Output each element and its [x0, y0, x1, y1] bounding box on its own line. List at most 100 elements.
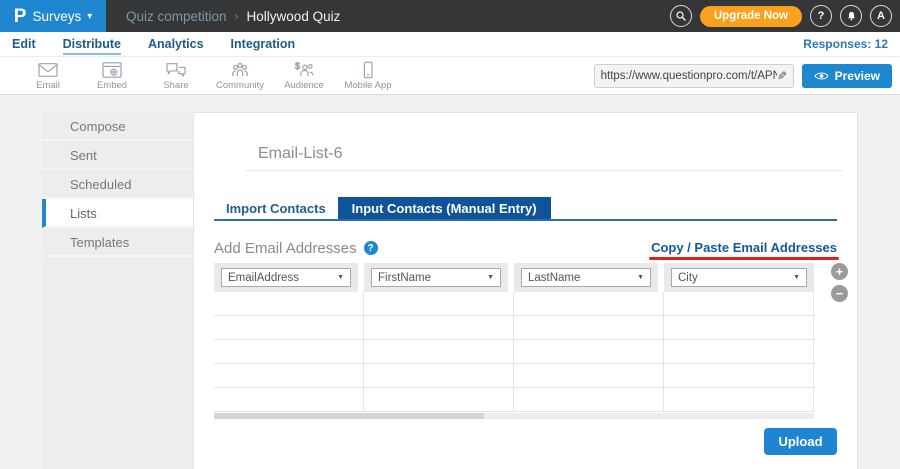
channel-buttons: Email Embed Share Community $ Audience M… — [0, 61, 400, 91]
tab-analytics[interactable]: Analytics — [148, 37, 204, 51]
mobile-app-icon — [357, 61, 379, 79]
column-select-lastname[interactable]: LastName ▼ — [521, 268, 651, 287]
channel-embed[interactable]: Embed — [80, 61, 144, 91]
account-avatar[interactable]: A — [870, 5, 892, 27]
contact-cell[interactable] — [664, 388, 814, 411]
page-title: Email-List-6 — [258, 145, 342, 163]
email-sidebar: Compose Sent Scheduled Lists Templates — [42, 112, 193, 469]
contact-cell[interactable] — [364, 364, 514, 387]
contact-cell[interactable] — [514, 388, 664, 411]
embed-icon — [101, 61, 123, 79]
column-select-city[interactable]: City ▼ — [671, 268, 807, 287]
contact-cell[interactable] — [664, 316, 814, 339]
tab-edit[interactable]: Edit — [12, 37, 36, 51]
help-icon[interactable]: ? — [364, 241, 378, 255]
section-title: Add Email Addresses — [214, 240, 357, 257]
contact-cell[interactable] — [364, 292, 514, 315]
contacts-tabs: Import Contacts Input Contacts (Manual E… — [214, 197, 837, 221]
channel-email[interactable]: Email — [16, 61, 80, 91]
tab-distribute[interactable]: Distribute — [63, 37, 121, 51]
title-divider — [244, 170, 844, 171]
contact-cell[interactable] — [664, 292, 814, 315]
dropdown-arrow-icon: ▼ — [793, 274, 800, 281]
topbar-actions: Upgrade Now ? A — [670, 5, 900, 27]
sidebar-item-compose[interactable]: Compose — [42, 112, 193, 141]
copy-paste-link[interactable]: Copy / Paste Email Addresses — [651, 240, 837, 255]
contact-cell[interactable] — [514, 316, 664, 339]
contact-cell[interactable] — [514, 340, 664, 363]
contact-row — [214, 316, 814, 340]
responses-count[interactable]: Responses: 12 — [803, 37, 888, 51]
contact-row — [214, 340, 814, 364]
preview-label: Preview — [835, 69, 880, 83]
dropdown-arrow-icon: ▼ — [487, 274, 494, 281]
channel-share[interactable]: Share — [144, 61, 208, 91]
add-emails-header: Add Email Addresses ? Copy / Paste Email… — [214, 237, 837, 259]
grid-header: EmailAddress ▼ FirstName ▼ LastName — [214, 263, 814, 292]
questionpro-logo-icon: P — [14, 7, 27, 26]
survey-url-box: ✎ — [594, 64, 794, 88]
surveys-menu[interactable]: P Surveys ▾ — [0, 0, 106, 32]
tab-integration[interactable]: Integration — [231, 37, 296, 51]
add-row-button[interactable]: + — [831, 263, 848, 280]
notifications-button[interactable] — [840, 5, 862, 27]
question-mark-icon: ? — [818, 10, 825, 22]
preview-button[interactable]: Preview — [802, 64, 892, 88]
contact-cell[interactable] — [364, 388, 514, 411]
contact-cell[interactable] — [364, 340, 514, 363]
help-button[interactable]: ? — [810, 5, 832, 27]
column-select-firstname[interactable]: FirstName ▼ — [371, 268, 501, 287]
sidebar-item-lists[interactable]: Lists — [42, 199, 193, 228]
top-bar: P Surveys ▾ Quiz competition › Hollywood… — [0, 0, 900, 32]
contacts-grid: EmailAddress ▼ FirstName ▼ LastName — [214, 263, 814, 419]
contact-cell[interactable] — [214, 364, 364, 387]
search-button[interactable] — [670, 5, 692, 27]
contact-row — [214, 388, 814, 412]
search-icon — [675, 10, 687, 22]
tab-import-contacts[interactable]: Import Contacts — [214, 197, 338, 219]
page: P Surveys ▾ Quiz competition › Hollywood… — [0, 0, 900, 469]
svg-text:$: $ — [295, 61, 300, 71]
remove-row-button[interactable]: − — [831, 285, 848, 302]
dropdown-arrow-icon: ▼ — [637, 274, 644, 281]
eye-icon — [814, 71, 829, 81]
distribute-toolbar: Email Embed Share Community $ Audience M… — [0, 57, 900, 95]
channel-community[interactable]: Community — [208, 61, 272, 91]
contact-cell[interactable] — [214, 316, 364, 339]
copy-paste-link-wrap: Copy / Paste Email Addresses — [651, 239, 837, 257]
contact-row — [214, 364, 814, 388]
contact-cell[interactable] — [514, 364, 664, 387]
channel-mobile-app[interactable]: Mobile App — [336, 61, 400, 91]
chevron-down-icon: ▾ — [87, 11, 92, 22]
surveys-menu-label: Surveys — [32, 9, 81, 24]
contact-cell[interactable] — [214, 388, 364, 411]
email-icon — [37, 61, 59, 79]
list-panel: Email-List-6 Import Contacts Input Conta… — [193, 112, 858, 469]
contact-cell[interactable] — [514, 292, 664, 315]
breadcrumb-parent[interactable]: Quiz competition — [126, 9, 227, 24]
breadcrumb-current: Hollywood Quiz — [247, 9, 341, 24]
tab-input-contacts-manual[interactable]: Input Contacts (Manual Entry) — [338, 197, 551, 219]
upgrade-now-button[interactable]: Upgrade Now — [700, 6, 802, 27]
contact-row — [214, 292, 814, 316]
plus-icon: + — [836, 264, 844, 279]
column-select-emailaddress[interactable]: EmailAddress ▼ — [221, 268, 351, 287]
edit-url-icon[interactable]: ✎ — [777, 69, 787, 83]
contact-cell[interactable] — [214, 292, 364, 315]
red-underline-annotation — [649, 257, 839, 260]
horizontal-scrollbar[interactable] — [214, 413, 814, 419]
survey-nav: Edit Distribute Analytics Integration Re… — [0, 32, 900, 57]
sidebar-item-templates[interactable]: Templates — [42, 228, 193, 257]
channel-audience[interactable]: $ Audience — [272, 61, 336, 91]
contact-cell[interactable] — [214, 340, 364, 363]
contact-cell[interactable] — [664, 340, 814, 363]
scrollbar-thumb[interactable] — [214, 413, 484, 419]
upload-button[interactable]: Upload — [764, 428, 837, 455]
community-icon — [229, 61, 251, 79]
sidebar-item-scheduled[interactable]: Scheduled — [42, 170, 193, 199]
sidebar-item-sent[interactable]: Sent — [42, 141, 193, 170]
contact-cell[interactable] — [364, 316, 514, 339]
survey-url-input[interactable] — [601, 70, 777, 82]
minus-icon: − — [836, 286, 844, 301]
contact-cell[interactable] — [664, 364, 814, 387]
